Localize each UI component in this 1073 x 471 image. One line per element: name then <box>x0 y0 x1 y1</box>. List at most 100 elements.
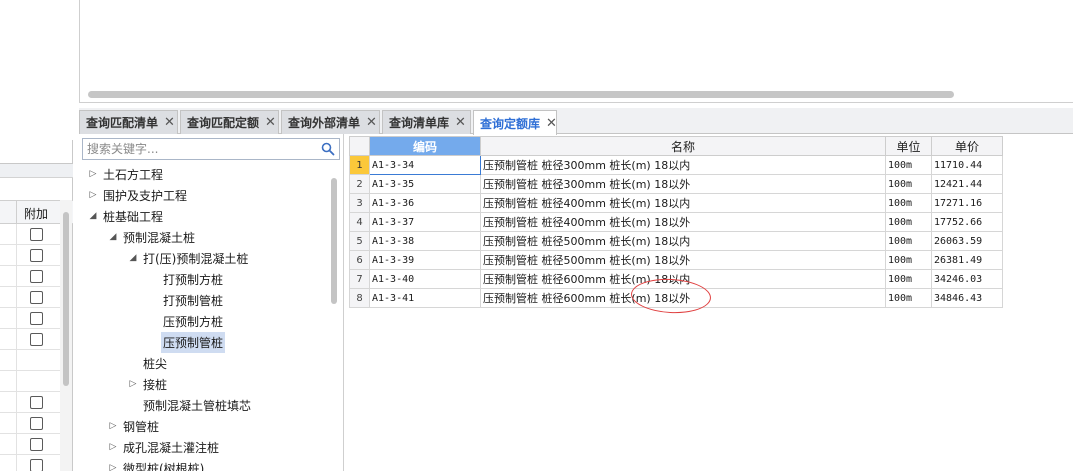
close-icon[interactable]: ✕ <box>546 116 557 131</box>
tree-item[interactable]: ◢ 预制混凝土桩 <box>107 227 197 247</box>
row-number-cell[interactable]: 4 <box>349 212 370 232</box>
collapse-arrow-icon[interactable]: ◢ <box>107 232 119 242</box>
code-cell[interactable]: A1-3-40 <box>369 269 481 289</box>
unit-cell[interactable]: 100m <box>885 174 932 194</box>
quota-result-grid: 编码 名称 单位 单价 1 A1-3-34 压预制管桩 桩径300mm 桩长(m) … <box>349 136 1073 471</box>
table-row[interactable]: 5 A1-3-38 压预制管桩 桩径500mm 桩长(m) 18以内 100m 2606… <box>349 231 1003 251</box>
row-number-cell[interactable]: 8 <box>349 288 370 308</box>
code-cell[interactable]: A1-3-38 <box>369 231 481 251</box>
row-number-cell[interactable]: 6 <box>349 250 370 270</box>
expand-arrow-icon[interactable]: ▷ <box>87 169 99 179</box>
close-icon[interactable]: ✕ <box>164 115 175 130</box>
name-cell[interactable]: 压预制管桩 桩径500mm 桩长(m) 18以内 <box>480 231 886 251</box>
attach-column-header: 附加 <box>24 207 49 221</box>
tab-4[interactable]: 查询清单库 ✕ <box>382 110 471 134</box>
unit-cell[interactable]: 100m <box>885 212 932 232</box>
left-scrollbar-thumb[interactable] <box>63 212 69 386</box>
attach-checkbox[interactable] <box>30 228 43 241</box>
table-row[interactable]: 4 A1-3-37 压预制管桩 桩径400mm 桩长(m) 18以外 100m 1775… <box>349 212 1003 232</box>
name-cell[interactable]: 压预制管桩 桩径300mm 桩长(m) 18以内 <box>480 155 886 175</box>
unit-cell[interactable]: 100m <box>885 269 932 289</box>
attach-checkbox[interactable] <box>30 459 43 471</box>
attach-checkbox[interactable] <box>30 396 43 409</box>
tree-item[interactable]: ▷ 成孔混凝土灌注桩 <box>107 437 221 457</box>
row-number-cell[interactable]: 7 <box>349 269 370 289</box>
price-cell[interactable]: 34846.43 <box>931 288 1003 308</box>
code-cell[interactable]: A1-3-36 <box>369 193 481 213</box>
attach-checkbox[interactable] <box>30 417 43 430</box>
name-cell[interactable]: 压预制管桩 桩径300mm 桩长(m) 18以外 <box>480 174 886 194</box>
name-cell[interactable]: 压预制管桩 桩径500mm 桩长(m) 18以外 <box>480 250 886 270</box>
expand-arrow-icon[interactable]: ▷ <box>107 463 119 471</box>
price-cell[interactable]: 34246.03 <box>931 269 1003 289</box>
table-row[interactable]: 1 A1-3-34 压预制管桩 桩径300mm 桩长(m) 18以内 100m 1171… <box>349 155 1003 175</box>
tree-item[interactable]: ◢ 桩基础工程 <box>87 206 165 226</box>
price-column-header[interactable]: 单价 <box>931 136 1003 156</box>
attach-checkbox[interactable] <box>30 438 43 451</box>
row-number-cell[interactable]: 5 <box>349 231 370 251</box>
name-column-header[interactable]: 名称 <box>480 136 886 156</box>
horizontal-scrollbar-thumb[interactable] <box>88 91 954 98</box>
price-cell[interactable]: 26063.59 <box>931 231 1003 251</box>
close-icon[interactable]: ✕ <box>455 115 466 130</box>
code-column-header[interactable]: 编码 <box>369 136 481 156</box>
code-cell[interactable]: A1-3-35 <box>369 174 481 194</box>
price-cell[interactable]: 26381.49 <box>931 250 1003 270</box>
price-cell[interactable]: 11710.44 <box>931 155 1003 175</box>
expand-arrow-icon[interactable]: ▷ <box>107 421 119 431</box>
search-icon[interactable] <box>321 142 335 156</box>
attach-checkbox[interactable] <box>30 270 43 283</box>
tree-scrollbar-thumb[interactable] <box>331 178 337 304</box>
collapse-arrow-icon[interactable]: ◢ <box>87 211 99 221</box>
tree-item[interactable]: 桩尖 <box>127 353 169 373</box>
code-cell[interactable]: A1-3-39 <box>369 250 481 270</box>
attach-checkbox[interactable] <box>30 249 43 262</box>
tree-item[interactable]: ◢ 打(压)预制混凝土桩 <box>127 248 250 268</box>
tree-item[interactable]: 压预制方桩 <box>147 311 225 331</box>
tree-item[interactable]: 打预制方桩 <box>147 269 225 289</box>
code-cell[interactable]: A1-3-34 <box>369 155 481 175</box>
tree-item[interactable]: ▷ 土石方工程 <box>87 164 165 184</box>
tree-item[interactable]: 预制混凝土管桩填芯 <box>127 395 253 415</box>
attach-checkbox[interactable] <box>30 291 43 304</box>
attach-checkbox[interactable] <box>30 312 43 325</box>
search-input[interactable] <box>83 139 315 159</box>
tree-item[interactable]: ▷ 钢管桩 <box>107 416 161 436</box>
name-cell[interactable]: 压预制管桩 桩径400mm 桩长(m) 18以外 <box>480 212 886 232</box>
tab-5[interactable]: 查询定额库 ✕ <box>473 110 557 135</box>
unit-cell[interactable]: 100m <box>885 231 932 251</box>
tree-item[interactable]: ▷ 围护及支护工程 <box>87 185 189 205</box>
code-cell[interactable]: A1-3-37 <box>369 212 481 232</box>
tab-1[interactable]: 查询匹配清单 ✕ <box>79 110 178 134</box>
close-icon[interactable]: ✕ <box>366 115 377 130</box>
tree-item[interactable]: 打预制管桩 <box>147 290 225 310</box>
tree-item[interactable]: 压预制管桩 <box>147 331 226 353</box>
unit-cell[interactable]: 100m <box>885 288 932 308</box>
expand-arrow-icon[interactable]: ▷ <box>87 190 99 200</box>
unit-column-header[interactable]: 单位 <box>885 136 932 156</box>
name-cell[interactable]: 压预制管桩 桩径400mm 桩长(m) 18以内 <box>480 193 886 213</box>
unit-cell[interactable]: 100m <box>885 193 932 213</box>
expand-arrow-icon[interactable]: ▷ <box>107 442 119 452</box>
tree-item[interactable]: ▷ 微型桩(树根桩) <box>107 458 206 471</box>
expand-arrow-icon[interactable]: ▷ <box>127 379 139 389</box>
price-cell[interactable]: 17752.66 <box>931 212 1003 232</box>
tab-3[interactable]: 查询外部清单 ✕ <box>281 110 380 134</box>
table-row[interactable]: 3 A1-3-36 压预制管桩 桩径400mm 桩长(m) 18以内 100m 1727… <box>349 193 1003 213</box>
row-number-cell[interactable]: 2 <box>349 174 370 194</box>
tree-item-label: 钢管桩 <box>123 419 160 434</box>
table-row[interactable]: 6 A1-3-39 压预制管桩 桩径500mm 桩长(m) 18以外 100m 2638… <box>349 250 1003 270</box>
price-cell[interactable]: 12421.44 <box>931 174 1003 194</box>
code-cell[interactable]: A1-3-41 <box>369 288 481 308</box>
unit-cell[interactable]: 100m <box>885 155 932 175</box>
row-number-cell[interactable]: 1 <box>349 155 370 175</box>
table-row[interactable]: 2 A1-3-35 压预制管桩 桩径300mm 桩长(m) 18以外 100m 1242… <box>349 174 1003 194</box>
unit-cell[interactable]: 100m <box>885 250 932 270</box>
close-icon[interactable]: ✕ <box>265 115 276 130</box>
tree-item[interactable]: ▷ 接桩 <box>127 374 169 394</box>
collapse-arrow-icon[interactable]: ◢ <box>127 253 139 263</box>
price-cell[interactable]: 17271.16 <box>931 193 1003 213</box>
tab-2[interactable]: 查询匹配定额 ✕ <box>180 110 279 134</box>
row-number-cell[interactable]: 3 <box>349 193 370 213</box>
attach-checkbox[interactable] <box>30 333 43 346</box>
